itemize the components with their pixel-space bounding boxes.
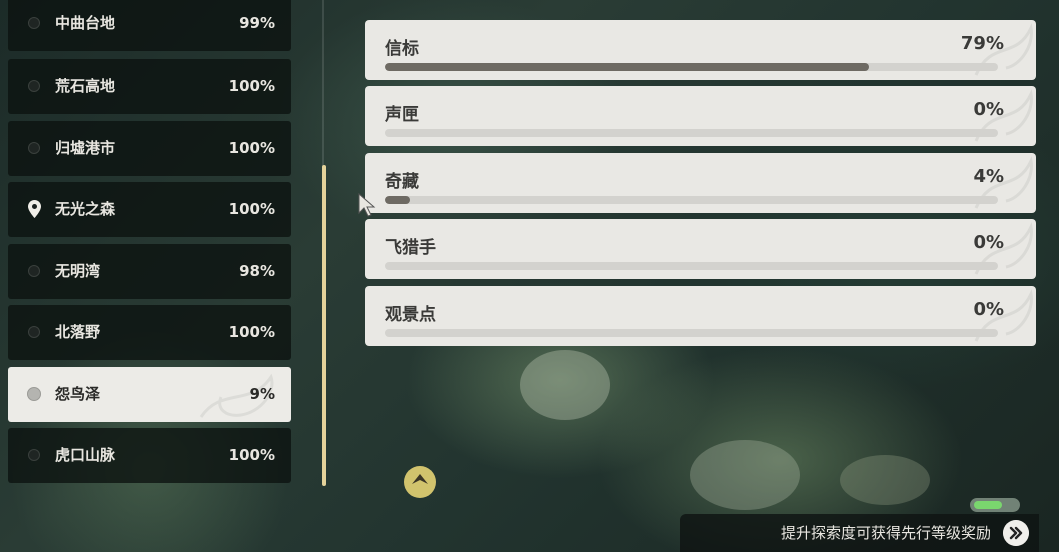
category-card: 奇藏 4% xyxy=(365,153,1036,213)
category-card: 信标 79% xyxy=(365,20,1036,80)
dot-icon xyxy=(28,17,40,29)
toggle-knob xyxy=(974,501,1002,509)
region-percent: 98% xyxy=(239,262,275,280)
region-item[interactable]: 无光之森 100% xyxy=(8,182,291,237)
region-percent: 99% xyxy=(239,14,275,32)
progress-fill xyxy=(385,63,870,71)
dot-icon xyxy=(28,326,40,338)
dot-icon xyxy=(28,265,40,277)
region-name: 中曲台地 xyxy=(55,14,116,32)
category-percent: 0% xyxy=(973,232,1004,253)
progress-bar xyxy=(385,129,998,137)
location-pin-icon xyxy=(28,200,41,218)
mouse-cursor-icon xyxy=(358,193,376,217)
region-name: 北落野 xyxy=(55,323,101,341)
region-name: 荒石高地 xyxy=(55,77,116,95)
map-background-terrain xyxy=(690,440,800,510)
region-percent: 100% xyxy=(228,77,275,95)
region-percent: 9% xyxy=(249,385,275,403)
category-percent: 0% xyxy=(973,99,1004,120)
region-item[interactable]: 北落野 100% xyxy=(8,305,291,360)
region-item[interactable]: 荒石高地 100% xyxy=(8,59,291,114)
region-name: 无明湾 xyxy=(55,262,101,280)
category-label: 飞猎手 xyxy=(385,238,436,258)
banner-text: 提升探索度可获得先行等级奖励 xyxy=(780,524,991,542)
progress-fill xyxy=(385,196,410,204)
region-name: 归墟港市 xyxy=(55,139,116,157)
map-toggle[interactable] xyxy=(970,498,1020,512)
region-percent: 100% xyxy=(228,446,275,464)
map-waypoint-icon[interactable] xyxy=(400,462,440,502)
category-label: 奇藏 xyxy=(385,172,419,192)
dot-icon xyxy=(28,449,40,461)
category-label: 声匣 xyxy=(385,105,419,125)
region-item[interactable]: 虎口山脉 100% xyxy=(8,428,291,483)
region-name: 虎口山脉 xyxy=(55,446,116,464)
category-card: 声匣 0% xyxy=(365,86,1036,146)
category-percent: 79% xyxy=(960,33,1004,54)
dot-icon xyxy=(28,142,40,154)
dot-icon xyxy=(28,80,40,92)
region-item[interactable]: 归墟港市 100% xyxy=(8,121,291,176)
progress-bar xyxy=(385,196,998,204)
region-percent: 100% xyxy=(228,139,275,157)
region-name: 无光之森 xyxy=(55,200,116,218)
category-card: 飞猎手 0% xyxy=(365,219,1036,279)
category-card: 观景点 0% xyxy=(365,286,1036,346)
category-percent: 4% xyxy=(973,166,1004,187)
progress-bar xyxy=(385,63,998,71)
map-background-terrain xyxy=(520,350,610,420)
progress-bar xyxy=(385,262,998,270)
region-percent: 100% xyxy=(228,200,275,218)
category-percent: 0% xyxy=(973,299,1004,320)
region-percent: 100% xyxy=(228,323,275,341)
category-label: 信标 xyxy=(385,39,419,59)
region-item[interactable]: 中曲台地 99% xyxy=(8,0,291,51)
region-item-selected[interactable]: 怨鸟泽 9% xyxy=(8,367,291,422)
category-label: 观景点 xyxy=(385,305,436,325)
region-item[interactable]: 无明湾 98% xyxy=(8,244,291,299)
region-name: 怨鸟泽 xyxy=(55,385,101,403)
double-chevron-right-icon[interactable] xyxy=(1003,520,1029,546)
progress-bar xyxy=(385,329,998,337)
exploration-reward-banner[interactable]: 提升探索度可获得先行等级奖励 xyxy=(680,514,1039,552)
scrollbar-thumb[interactable] xyxy=(322,165,326,486)
map-background-terrain xyxy=(840,455,930,505)
dot-icon xyxy=(27,387,41,401)
